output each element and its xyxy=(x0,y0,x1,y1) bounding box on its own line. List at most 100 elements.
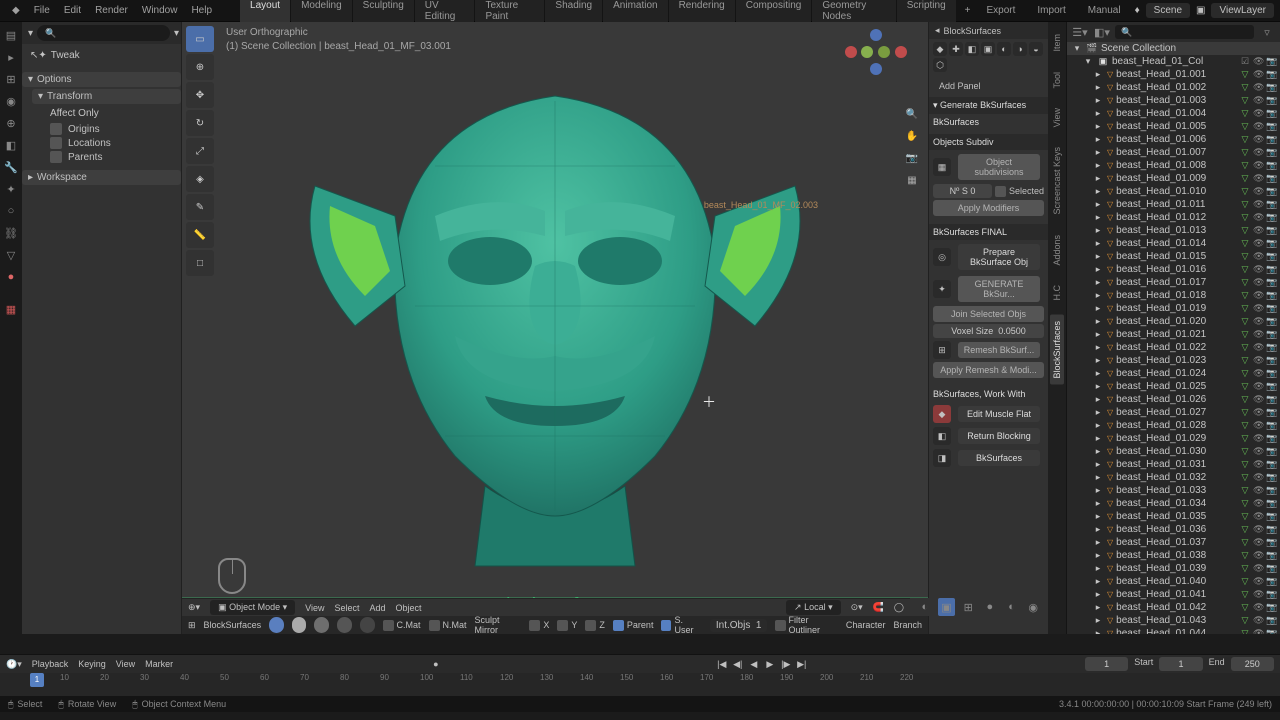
tab-world-icon[interactable]: ⊕ xyxy=(2,114,20,132)
npanel-tool-icon[interactable]: ◆ xyxy=(933,42,947,56)
outliner-row[interactable]: ▸▽beast_Head_01.015▽👁📷 xyxy=(1067,250,1280,263)
vtab-h-c[interactable]: H.C xyxy=(1050,279,1064,307)
scale-tool[interactable]: ⤢ xyxy=(186,138,214,164)
pivot-icon[interactable]: ⊙▾ xyxy=(851,602,863,613)
move-tool[interactable]: ✥ xyxy=(186,82,214,108)
outliner-row[interactable]: ▸▽beast_Head_01.003▽👁📷 xyxy=(1067,94,1280,107)
mat-4-button[interactable] xyxy=(337,617,352,633)
measure-tool[interactable]: 📏 xyxy=(186,222,214,248)
outliner-row[interactable]: ▸▽beast_Head_01.008▽👁📷 xyxy=(1067,159,1280,172)
snap-icon[interactable]: 🧲 xyxy=(873,602,884,613)
tab-modifier-icon[interactable]: 🔧 xyxy=(2,158,20,176)
keying-menu[interactable]: Keying xyxy=(78,659,106,669)
workspace-header[interactable]: ▸ Workspace xyxy=(22,170,181,185)
vtab-item[interactable]: Item xyxy=(1050,28,1064,58)
mat-3-button[interactable] xyxy=(314,617,329,633)
outliner-row[interactable]: ▸▽beast_Head_01.035▽👁📷 xyxy=(1067,510,1280,523)
outliner-row[interactable]: ▸▽beast_Head_01.043▽👁📷 xyxy=(1067,614,1280,627)
mat-1-button[interactable] xyxy=(269,617,284,633)
tab-constraint-icon[interactable]: ⛓ xyxy=(2,224,20,242)
outliner-row[interactable]: ▸▽beast_Head_01.020▽👁📷 xyxy=(1067,315,1280,328)
mode-selector[interactable]: ▣ Object Mode ▾ xyxy=(210,600,295,615)
mirror-x-checkbox[interactable] xyxy=(529,620,540,631)
proportional-icon[interactable]: ◯ xyxy=(894,602,904,613)
outliner-row[interactable]: ▸▽beast_Head_01.004▽👁📷 xyxy=(1067,107,1280,120)
vtab-view[interactable]: View xyxy=(1050,102,1064,133)
playhead[interactable]: 1 xyxy=(30,673,44,687)
menu-render[interactable]: Render xyxy=(89,3,134,18)
join-selected-button[interactable]: Join Selected Objs xyxy=(933,306,1044,322)
mat-2-button[interactable] xyxy=(292,617,307,633)
workspace-tab-layout[interactable]: Layout xyxy=(240,0,290,25)
timeline-icon[interactable]: 🕐▾ xyxy=(6,659,22,670)
outliner-row[interactable]: ▸▽beast_Head_01.041▽👁📷 xyxy=(1067,588,1280,601)
object-subdivisions-button[interactable]: Object subdivisions xyxy=(958,154,1040,180)
final-header[interactable]: BkSurfaces FINAL xyxy=(929,224,1048,240)
mat-5-button[interactable] xyxy=(360,617,375,633)
outliner-row[interactable]: ▸▽beast_Head_01.028▽👁📷 xyxy=(1067,419,1280,432)
tweak-tool-icon[interactable]: ↖✦ xyxy=(30,50,47,61)
autokey-icon[interactable]: ● xyxy=(433,659,438,669)
locations-checkbox[interactable] xyxy=(50,137,62,149)
outliner-row[interactable]: ▸▽beast_Head_01.002▽👁📷 xyxy=(1067,81,1280,94)
pan-icon[interactable]: ✋ xyxy=(902,126,922,146)
vtab-blocksurfaces[interactable]: BlockSurfaces xyxy=(1050,315,1064,385)
origins-checkbox[interactable] xyxy=(50,123,62,135)
panel-header-icon[interactable]: ▾ xyxy=(28,28,33,39)
transform-header[interactable]: ▾ Transform xyxy=(32,89,181,104)
editor-type-icon[interactable]: ⊕▾ xyxy=(188,602,200,613)
selected-checkbox[interactable] xyxy=(995,186,1006,197)
vtab-tool[interactable]: Tool xyxy=(1050,66,1064,95)
workspace-tab-modeling[interactable]: Modeling xyxy=(291,0,352,25)
outliner-row[interactable]: ▸▽beast_Head_01.032▽👁📷 xyxy=(1067,471,1280,484)
keyframe-next-icon[interactable]: |▶ xyxy=(779,657,793,671)
outliner-row[interactable]: ▸▽beast_Head_01.013▽👁📷 xyxy=(1067,224,1280,237)
outliner-display-icon[interactable]: ◧▾ xyxy=(1093,23,1111,41)
outliner-row[interactable]: ▸▽beast_Head_01.023▽👁📷 xyxy=(1067,354,1280,367)
end-frame-field[interactable]: 250 xyxy=(1231,657,1274,671)
workspace-tab-shading[interactable]: Shading xyxy=(545,0,602,25)
select-tool[interactable]: ▭ xyxy=(186,26,214,52)
workspace-tab-rendering[interactable]: Rendering xyxy=(669,0,735,25)
viewlayer-selector[interactable]: ViewLayer xyxy=(1211,3,1274,18)
camera-icon[interactable]: 📷 xyxy=(902,148,922,168)
playback-menu[interactable]: Playback xyxy=(32,659,69,669)
bksurfaces-button[interactable]: BkSurfaces xyxy=(958,450,1040,466)
npanel-tool-icon[interactable]: ⬡ xyxy=(933,58,947,72)
select-menu[interactable]: Select xyxy=(335,603,360,613)
add-panel-button[interactable]: Add Panel xyxy=(935,79,1042,93)
add-workspace-button[interactable]: + xyxy=(959,3,977,18)
workspace-tab-uv-editing[interactable]: UV Editing xyxy=(415,0,475,25)
menu-edit[interactable]: Edit xyxy=(58,3,87,18)
tab-render-icon[interactable]: ▤ xyxy=(2,26,20,44)
outliner-row[interactable]: ▸▽beast_Head_01.010▽👁📷 xyxy=(1067,185,1280,198)
tab-scene-icon[interactable]: ◉ xyxy=(2,92,20,110)
options-header[interactable]: ▾ Options xyxy=(22,72,181,87)
workspace-tab-sculpting[interactable]: Sculpting xyxy=(353,0,414,25)
play-icon[interactable]: ▶ xyxy=(763,657,777,671)
npanel-tool-icon[interactable]: ◑ xyxy=(1013,42,1027,56)
tab-texture-icon[interactable]: ▦ xyxy=(2,300,20,318)
tab-output-icon[interactable]: ▸ xyxy=(2,48,20,66)
vtab-addons[interactable]: Addons xyxy=(1050,229,1064,272)
outliner-row[interactable]: ▸▽beast_Head_01.009▽👁📷 xyxy=(1067,172,1280,185)
mirror-y-checkbox[interactable] xyxy=(557,620,568,631)
npanel-tool-icon[interactable]: ◒ xyxy=(1029,42,1043,56)
outliner-row[interactable]: ▸▽beast_Head_01.031▽👁📷 xyxy=(1067,458,1280,471)
outliner-row[interactable]: ▸▽beast_Head_01.001▽👁📷 xyxy=(1067,68,1280,81)
cmat-checkbox[interactable] xyxy=(383,620,394,631)
outliner-row[interactable]: ▸▽beast_Head_01.042▽👁📷 xyxy=(1067,601,1280,614)
outliner-row[interactable]: ▾🎬Scene Collection xyxy=(1067,42,1280,55)
subdiv-header[interactable]: Objects Subdiv xyxy=(929,134,1048,150)
outliner-row[interactable]: ▸▽beast_Head_01.029▽👁📷 xyxy=(1067,432,1280,445)
tab-physics-icon[interactable]: ○ xyxy=(2,202,20,220)
cursor-tool[interactable]: ⊕ xyxy=(186,54,214,80)
npanel-tool-icon[interactable]: ▣ xyxy=(981,42,995,56)
perspective-icon[interactable]: ▦ xyxy=(902,170,922,190)
voxel-size-field[interactable]: Voxel Size 0.0500 xyxy=(933,324,1044,338)
outliner-row[interactable]: ▸▽beast_Head_01.016▽👁📷 xyxy=(1067,263,1280,276)
outliner-row[interactable]: ▸▽beast_Head_01.012▽👁📷 xyxy=(1067,211,1280,224)
nos-field[interactable]: Nº S 0 xyxy=(933,184,992,198)
outliner-row[interactable]: ▸▽beast_Head_01.007▽👁📷 xyxy=(1067,146,1280,159)
rendered-icon[interactable]: ◉ xyxy=(1024,598,1042,616)
